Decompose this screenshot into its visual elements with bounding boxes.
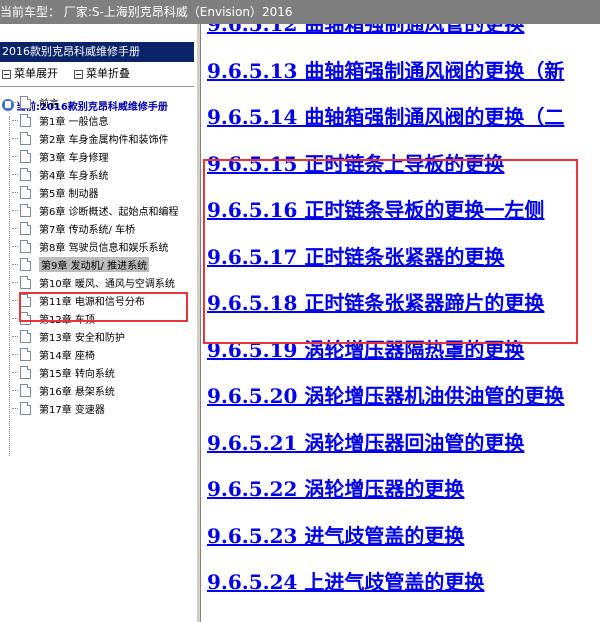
procedure-link[interactable]: 9.6.5.21 涡轮增压器回油管的更换 (207, 430, 524, 456)
tree-item-label: 第2章 车身金属构件和装饰件 (39, 134, 169, 146)
tree-item-label: 第16章 悬架系统 (39, 386, 115, 398)
tree-connector (12, 101, 18, 103)
toolbar-divider (0, 86, 194, 87)
procedure-link[interactable]: 9.6.5.12 曲轴箱强制通风管的更换 (207, 24, 524, 37)
tree-connector (12, 137, 18, 139)
procedure-link[interactable]: 9.6.5.14 曲轴箱强制通风阀的更换（二 (207, 104, 564, 130)
menu-collapse-label: 菜单折叠 (86, 67, 130, 80)
tree-item[interactable]: 第5章 制动器 (12, 183, 99, 201)
tree-connector (12, 335, 18, 337)
tree-connector (12, 191, 18, 193)
menu-expand-label: 菜单展开 (14, 67, 58, 80)
document-icon (20, 167, 31, 181)
tree-item-label: 前言 (39, 98, 59, 110)
selected-chapter-highlight (19, 292, 188, 322)
tree-connector (12, 317, 18, 319)
document-icon (20, 383, 31, 397)
sidebar-toolbar: 菜单展开 菜单折叠 (0, 64, 196, 84)
procedure-link[interactable]: 9.6.5.24 上进气歧管盖的更换 (207, 569, 484, 595)
tree-item[interactable]: 第7章 传动系统/ 车桥 (12, 219, 135, 237)
document-icon (20, 275, 31, 289)
tree-item-label: 第1章 一般信息 (39, 116, 109, 128)
document-icon (20, 185, 31, 199)
tree-connector (12, 281, 18, 283)
tree-item[interactable]: 第4章 车身系统 (12, 165, 109, 183)
tree-item[interactable]: 第1章 一般信息 (12, 111, 109, 129)
document-icon (20, 239, 31, 253)
document-icon (20, 257, 31, 271)
document-icon (20, 347, 31, 361)
tree-item-label: 第4章 车身系统 (39, 170, 109, 182)
tree-item-label: 第6章 诊断概述、起始点和编程 (39, 206, 179, 218)
tree-guide-line (9, 116, 10, 456)
tree-connector (12, 209, 18, 211)
menu-expand-button[interactable]: 菜单展开 (2, 64, 58, 84)
tree-connector (12, 119, 18, 121)
document-icon (20, 95, 31, 109)
tree-item[interactable]: 第8章 驾驶员信息和娱乐系统 (12, 237, 169, 255)
tree-item-label: 第13章 安全和防护 (39, 332, 125, 344)
procedure-link[interactable]: 9.6.5.20 涡轮增压器机油供油管的更换 (207, 383, 564, 409)
tree-item[interactable]: 第2章 车身金属构件和装饰件 (12, 129, 169, 147)
sidebar-panel: 2016款别克昂科威维修手册 菜单展开 菜单折叠 当前:2016款别克昂科威维修… (0, 24, 196, 622)
tree-item-label: 第7章 传动系统/ 车桥 (39, 224, 136, 236)
tree-item[interactable]: 第14章 座椅 (12, 345, 95, 363)
document-icon (20, 329, 31, 343)
procedure-link[interactable]: 9.6.5.23 进气歧管盖的更换 (207, 523, 464, 549)
tree-item-label: 第9章 发动机/ 推进系统 (39, 256, 150, 272)
tree-item-label: 第5章 制动器 (39, 188, 99, 200)
document-icon (20, 221, 31, 235)
menu-collapse-button[interactable]: 菜单折叠 (74, 64, 130, 84)
tree-connector (12, 299, 18, 301)
tree-item-label: 第8章 驾驶员信息和娱乐系统 (39, 242, 169, 254)
document-icon (20, 365, 31, 379)
document-icon (20, 149, 31, 163)
tree-item[interactable]: 第6章 诊断概述、起始点和编程 (12, 201, 179, 219)
tree-item[interactable]: 第16章 悬架系统 (12, 381, 115, 399)
tree-item-label: 第10章 暖风、通风与空调系统 (39, 278, 175, 290)
content-pane: 9.6.5.12 曲轴箱强制通风管的更换 9.6.5.13 曲轴箱强制通风阀的更换… (201, 24, 600, 622)
annotation-highlight-box (203, 159, 578, 344)
tree-item-label: 第15章 转向系统 (39, 368, 115, 380)
tree-item[interactable]: 第13章 安全和防护 (12, 327, 125, 345)
tree-connector (12, 407, 18, 409)
tree-connector (12, 353, 18, 355)
collapse-icon (74, 69, 83, 79)
tree-connector (12, 245, 18, 247)
tree-connector (12, 263, 18, 265)
tree-item[interactable]: 第9章 发动机/ 推进系统 (12, 255, 150, 273)
sidebar-header: 2016款别克昂科威维修手册 (0, 42, 194, 62)
tree-item-label: 第17章 变速器 (39, 404, 105, 416)
expand-icon (2, 69, 11, 79)
tree-item[interactable]: 第10章 暖风、通风与空调系统 (12, 273, 175, 291)
tree-item[interactable]: 前言 (12, 93, 59, 111)
window-title: 当前车型： 厂家:S-上海别克昂科威（Envision）2016 (0, 5, 293, 19)
document-icon (20, 113, 31, 127)
tree-connector (12, 227, 18, 229)
procedure-link[interactable]: 9.6.5.13 曲轴箱强制通风阀的更换（新 (207, 58, 564, 84)
tree-item[interactable]: 第17章 变速器 (12, 399, 105, 417)
document-icon (20, 203, 31, 217)
tree-connector (12, 155, 18, 157)
tree-connector (12, 389, 18, 391)
document-icon (20, 131, 31, 145)
tree-item[interactable]: 第3章 车身修理 (12, 147, 109, 165)
procedure-link[interactable]: 9.6.5.22 涡轮增压器的更换 (207, 476, 464, 502)
tree-item-label: 第14章 座椅 (39, 350, 95, 362)
window-title-bar: 当前车型： 厂家:S-上海别克昂科威（Envision）2016 (0, 0, 600, 24)
tree-item-label: 第3章 车身修理 (39, 152, 109, 164)
tree-connector (12, 173, 18, 175)
tree-item[interactable]: 第15章 转向系统 (12, 363, 115, 381)
tree-connector (12, 371, 18, 373)
document-icon (20, 401, 31, 415)
